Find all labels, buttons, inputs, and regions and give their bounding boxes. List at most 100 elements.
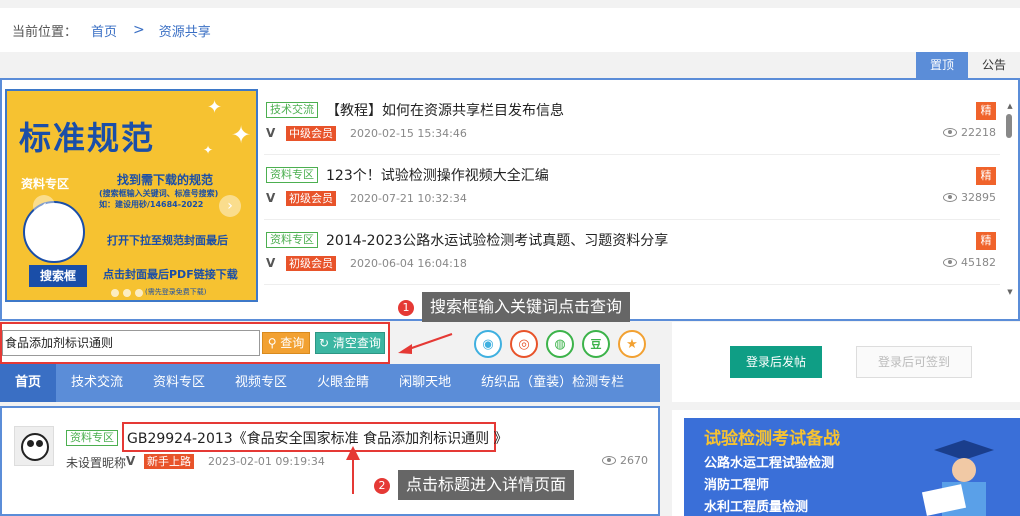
exam-promo-banner[interactable]: 试验检测考试备战 公路水运工程试验检测 消防工程师 水利工程质量检测 — [684, 418, 1020, 516]
step-badge-2: 2 — [374, 478, 390, 494]
view-count-value: 32895 — [961, 191, 996, 204]
qq-icon[interactable]: ◉ — [474, 330, 502, 358]
weibo-icon[interactable]: ◎ — [510, 330, 538, 358]
student-illustration-icon — [921, 440, 994, 516]
banner-line2b-text: 如：建设用砂/14684-2022 — [99, 200, 204, 209]
banner-line3: 打开下拉至规范封面最后 — [107, 234, 228, 247]
carousel-dots — [111, 289, 143, 297]
member-level-badge: 初级会员 — [286, 256, 336, 271]
breadcrumb-label: 当前位置： — [12, 24, 78, 40]
category-tag[interactable]: 资料专区 — [266, 232, 318, 248]
user-actions-panel: 登录后发帖 登录后可签到 — [672, 322, 1020, 402]
eye-icon — [943, 258, 957, 267]
clear-button-label: 清空查询 — [332, 336, 381, 350]
banner-search-label: 搜索框 — [29, 265, 87, 287]
banner-line5: (需先登录免费下载) — [145, 288, 207, 296]
view-count-value: 45182 — [961, 256, 996, 269]
wechat-icon[interactable]: ◍ — [546, 330, 574, 358]
sparkle-icon: ✦ — [203, 143, 214, 157]
nav-materials[interactable]: 资料专区 — [138, 364, 220, 402]
featured-title[interactable]: 【教程】如何在资源共享栏目发布信息 — [326, 100, 564, 120]
scroll-up-icon[interactable]: ▲ — [1006, 102, 1014, 110]
scroll-down-icon[interactable]: ▼ — [1006, 288, 1014, 296]
eye-icon — [943, 128, 957, 137]
avatar[interactable] — [14, 426, 54, 466]
nav-sharp-eyes[interactable]: 火眼金睛 — [302, 364, 384, 402]
post-date: 2023-02-01 09:19:34 — [208, 455, 325, 468]
pinned-tabs: 置顶 公告 — [916, 52, 1020, 78]
breadcrumb-current-link[interactable]: 资源共享 — [159, 21, 211, 40]
member-level-badge: 初级会员 — [286, 191, 336, 206]
view-count: 22218 — [943, 126, 996, 139]
featured-scrollbar[interactable]: ▲ ▼ — [1006, 102, 1014, 298]
scroll-thumb[interactable] — [1006, 114, 1012, 138]
featured-title[interactable]: 123个！试验检测操作视频大全汇编 — [326, 165, 549, 185]
featured-title[interactable]: 2014-2023公路水运试验检测考试真题、习题资料分享 — [326, 230, 668, 250]
view-count-value: 2670 — [620, 454, 648, 467]
sparkle-icon: ✦ — [207, 97, 223, 118]
banner-title: 标准规范 — [19, 119, 156, 157]
search-highlight-frame: 食品添加剂标识通则 ⚲ 查询 ↻ 清空查询 — [0, 322, 390, 364]
view-count: 2670 — [602, 454, 648, 467]
login-to-post-button[interactable]: 登录后发帖 — [730, 346, 822, 378]
verified-v-icon: V — [266, 126, 276, 140]
view-count-value: 22218 — [961, 126, 996, 139]
sparkle-icon: ✦ — [231, 121, 252, 149]
avatar-eye — [36, 440, 43, 447]
featured-item: 技术交流 【教程】如何在资源共享栏目发布信息 V 中级会员 2020-02-15… — [264, 90, 1000, 155]
promo-line3: 水利工程质量检测 — [704, 500, 809, 515]
category-tag[interactable]: 技术交流 — [266, 102, 318, 118]
promo-line2: 消防工程师 — [704, 478, 770, 493]
page: 当前位置： 首页 > 资源共享 置顶 公告 ✦ ✦ ✦ 标准规范 资料专区 找到… — [0, 0, 1020, 516]
carousel-dot[interactable] — [123, 289, 131, 297]
carousel-next-icon[interactable]: › — [219, 195, 241, 217]
verified-v-icon: V — [266, 191, 276, 205]
search-icon: ⚲ — [267, 336, 281, 350]
clear-query-button[interactable]: ↻ 清空查询 — [315, 332, 385, 354]
carousel-prev-icon[interactable]: ‹ — [33, 195, 55, 217]
query-button-label: 查询 — [280, 336, 305, 350]
search-input[interactable]: 食品添加剂标识通则 — [2, 330, 260, 356]
breadcrumb-home-link[interactable]: 首页 — [91, 21, 117, 40]
nav-home[interactable]: 首页 — [0, 364, 57, 402]
post-date: 2020-07-21 10:32:34 — [350, 192, 467, 205]
featured-badge: 精 — [976, 167, 996, 185]
author-name[interactable]: 未设置昵称 — [66, 454, 126, 471]
promo-title: 试验检测考试备战 — [704, 429, 840, 449]
login-to-sign-button[interactable]: 登录后可签到 — [856, 346, 972, 378]
view-count: 45182 — [943, 256, 996, 269]
nav-chat[interactable]: 闲聊天地 — [384, 364, 466, 402]
nav-videos[interactable]: 视频专区 — [220, 364, 302, 402]
category-tag[interactable]: 资料专区 — [266, 167, 318, 183]
member-level-badge: 新手上路 — [144, 454, 194, 469]
category-nav: 首页 技术交流 资料专区 视频专区 火眼金睛 闲聊天地 纺织品（童装）检测专栏 — [0, 364, 660, 402]
view-count: 32895 — [943, 191, 996, 204]
callout-search-hint: 搜索框输入关键词点击查询 — [422, 292, 631, 322]
query-button[interactable]: ⚲ 查询 — [262, 332, 310, 354]
tab-notice[interactable]: 公告 — [968, 52, 1020, 78]
callout-title-hint: 点击标题进入详情页面 — [398, 470, 575, 500]
carousel-dot[interactable] — [111, 289, 119, 297]
douban-icon[interactable]: 豆 — [582, 330, 610, 358]
panda-avatar-icon — [21, 433, 49, 461]
nav-textile-column[interactable]: 纺织品（童装）检测专栏 — [466, 364, 639, 402]
post-date: 2020-02-15 15:34:46 — [350, 127, 467, 140]
banner-line1: 找到需下载的规范 — [117, 173, 214, 187]
banner-line2-text: (搜索框输入关键词、标准号搜索) — [99, 189, 219, 198]
promo-panel: 试验检测考试备战 公路水运工程试验检测 消防工程师 水利工程质量检测 — [672, 410, 1020, 516]
qzone-icon[interactable]: ★ — [618, 330, 646, 358]
breadcrumb: 当前位置： 首页 > 资源共享 — [0, 8, 1020, 52]
tab-pinned[interactable]: 置顶 — [916, 52, 968, 78]
result-title-link[interactable]: GB29924-2013《食品安全国家标准 食品添加剂标识通则 》 — [127, 428, 508, 448]
arrow-up-icon — [346, 446, 360, 494]
standards-banner[interactable]: ✦ ✦ ✦ 标准规范 资料专区 找到需下载的规范 (搜索框输入关键词、标准号搜索… — [5, 89, 258, 302]
verified-v-icon: V — [126, 454, 136, 468]
promo-line1: 公路水运工程试验检测 — [704, 456, 835, 471]
arrow-left-icon — [398, 333, 453, 354]
verified-v-icon: V — [266, 256, 276, 270]
nav-tech-exchange[interactable]: 技术交流 — [56, 364, 138, 402]
featured-list: 技术交流 【教程】如何在资源共享栏目发布信息 V 中级会员 2020-02-15… — [264, 90, 1000, 285]
category-tag[interactable]: 资料专区 — [66, 430, 118, 446]
featured-item: 资料专区 2014-2023公路水运试验检测考试真题、习题资料分享 V 初级会员… — [264, 220, 1000, 285]
carousel-dot[interactable] — [135, 289, 143, 297]
